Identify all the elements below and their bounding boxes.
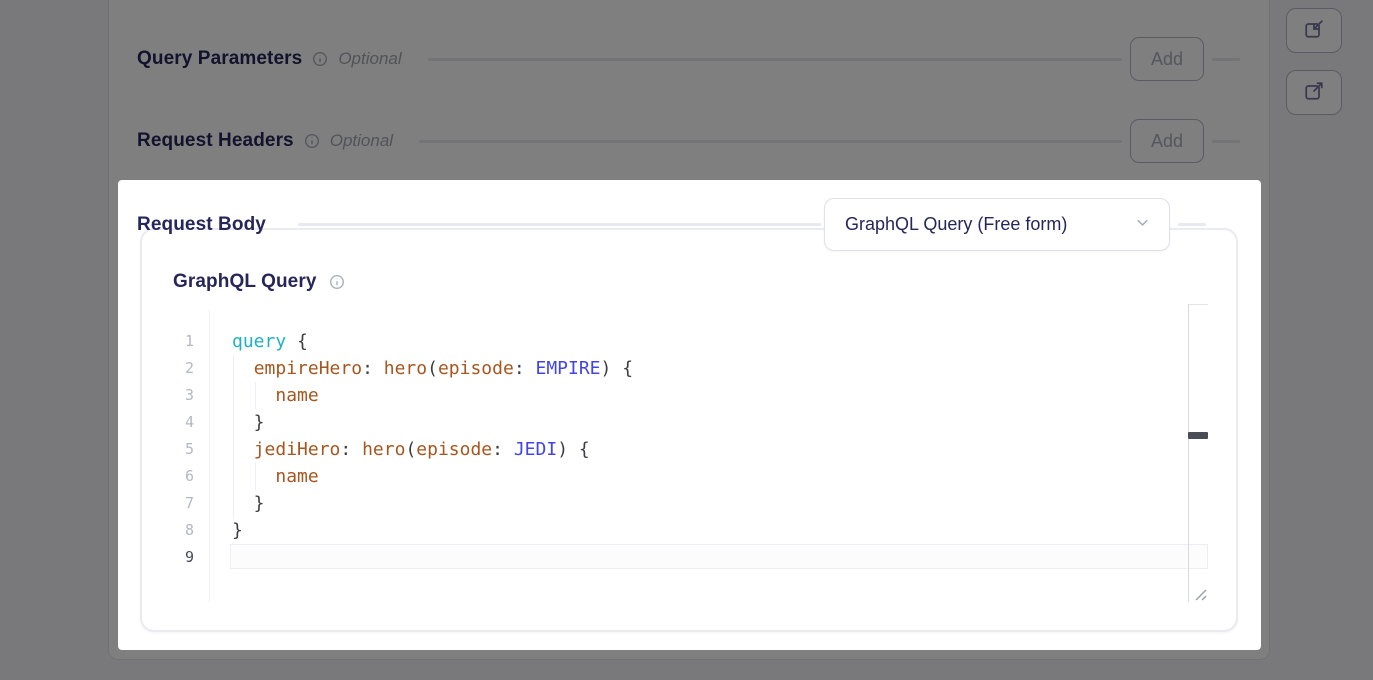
request-headers-title: Request Headers <box>137 130 294 152</box>
divider-line <box>1212 58 1240 61</box>
body-type-selected-value: GraphQL Query (Free form) <box>845 214 1134 235</box>
body-type-select[interactable]: GraphQL Query (Free form) <box>824 198 1170 251</box>
divider-line <box>1178 223 1206 226</box>
scrollbar-thumb[interactable] <box>1188 432 1208 439</box>
scrollbar-track <box>1188 304 1189 602</box>
code-lines[interactable]: query { empireHero: hero(episode: EMPIRE… <box>232 328 633 571</box>
divider-line <box>428 58 1122 61</box>
chevron-down-icon <box>1134 214 1151 236</box>
query-parameters-title: Query Parameters <box>137 48 302 70</box>
scrollbar-track-border <box>1188 304 1208 305</box>
divider-line <box>419 140 1122 143</box>
request-headers-row: Request Headers Optional Add <box>137 119 1240 163</box>
line-numbers: 123456789 <box>172 328 194 571</box>
request-body-row: Request Body GraphQL Query (Free form) <box>137 198 1206 251</box>
add-request-header-button[interactable]: Add <box>1130 119 1204 163</box>
page-background: Query Parameters Optional Add Request He… <box>0 0 1373 680</box>
divider-line <box>298 223 821 226</box>
open-external-button[interactable] <box>1286 70 1342 115</box>
graphql-query-editor[interactable]: 123456789 query { empireHero: hero(episo… <box>142 230 1236 630</box>
query-parameters-row: Query Parameters Optional Add <box>137 37 1240 81</box>
graphql-query-panel: GraphQL Query 123456789 query { empireHe… <box>140 228 1238 632</box>
add-query-parameter-button[interactable]: Add <box>1130 37 1204 81</box>
gutter-separator <box>209 310 210 602</box>
open-external-icon <box>1303 80 1325 105</box>
request-body-title: Request Body <box>137 214 266 236</box>
divider-line <box>1212 140 1240 143</box>
optional-label: Optional <box>338 49 401 69</box>
info-icon[interactable] <box>304 133 320 149</box>
resize-handle-icon[interactable] <box>1193 587 1208 602</box>
info-icon[interactable] <box>312 51 328 67</box>
edit-input-button[interactable] <box>1286 8 1342 53</box>
optional-label: Optional <box>330 131 393 151</box>
edit-input-icon <box>1303 18 1325 43</box>
